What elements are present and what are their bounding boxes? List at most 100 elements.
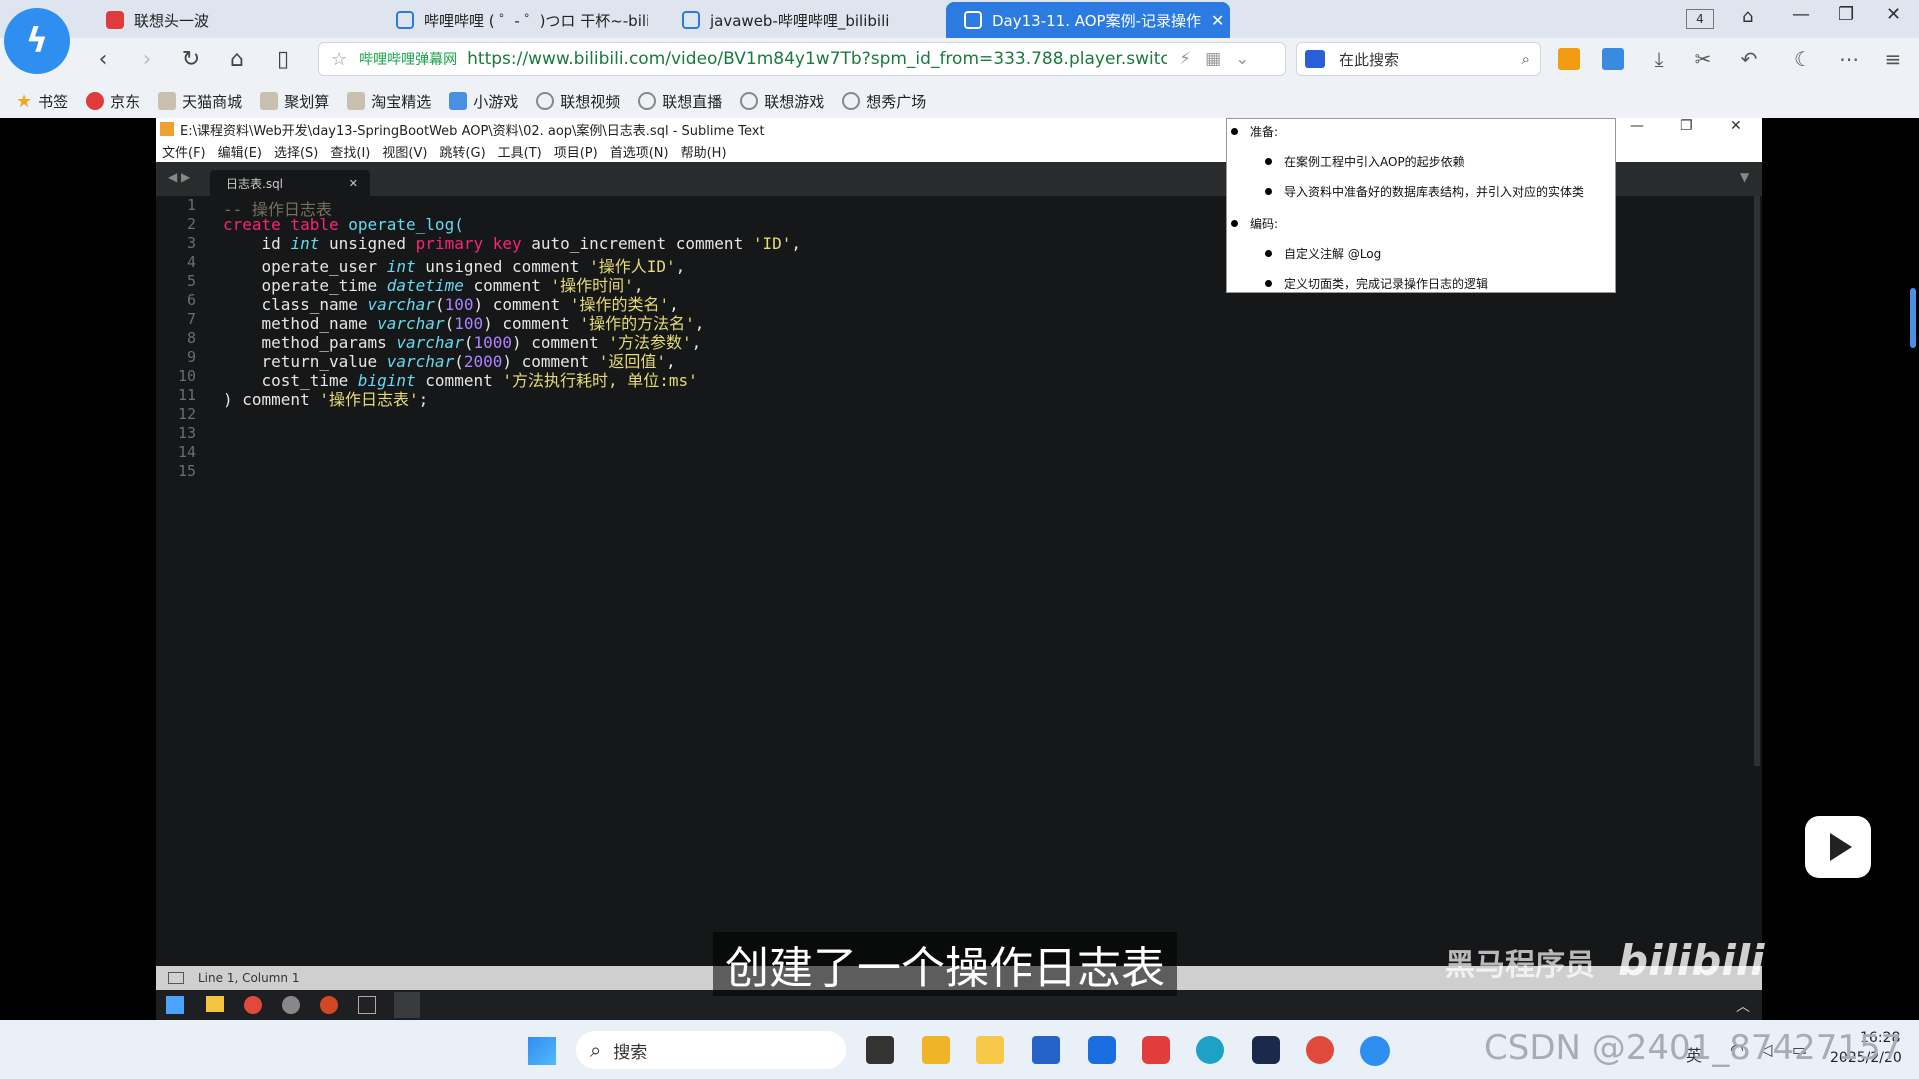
star-icon: ★ — [16, 90, 33, 112]
tab-dropdown-icon[interactable]: ▼ — [1740, 170, 1749, 184]
chrome-icon[interactable] — [1306, 1036, 1334, 1064]
refresh-icon[interactable]: ↻ — [176, 44, 206, 74]
forward-icon[interactable]: › — [132, 44, 162, 74]
home-icon[interactable]: ⌂ — [222, 44, 252, 74]
star-icon[interactable]: ☆ — [331, 49, 347, 70]
chevron-down-icon[interactable]: ⌄ — [1235, 49, 1249, 69]
back-icon[interactable]: ‹ — [88, 44, 118, 74]
tab-4-active[interactable]: Day13-11. AOP案例-记录操作 ✕ — [946, 2, 1230, 38]
bookmark-item[interactable]: ★ 书签 — [16, 91, 68, 112]
bookmark-item[interactable]: 联想游戏 — [740, 91, 824, 112]
sublime-close-icon[interactable]: ✕ — [1730, 118, 1742, 134]
wps-icon[interactable] — [1142, 1036, 1170, 1064]
bookmark-item[interactable]: 联想视频 — [536, 91, 620, 112]
tab-nav-arrows-icon[interactable]: ◀ ▶ — [168, 170, 190, 184]
restore-icon[interactable]: ❐ — [1838, 4, 1854, 25]
reader-icon[interactable]: ▯ — [268, 44, 298, 74]
tab-count-badge[interactable]: 4 — [1686, 9, 1714, 29]
sublime-taskbar-icon[interactable] — [394, 992, 420, 1018]
app-icon[interactable] — [282, 996, 300, 1014]
minimize-icon[interactable]: — — [1792, 4, 1810, 25]
moon-icon[interactable]: ☾ — [1790, 46, 1816, 72]
sublime-restore-icon[interactable]: ❐ — [1680, 118, 1693, 134]
chrome-icon[interactable] — [244, 996, 262, 1014]
close-window-icon[interactable]: ✕ — [1886, 4, 1901, 25]
url-text[interactable]: https://www.bilibili.com/video/BV1m84y1w… — [467, 49, 1167, 69]
lenovo-icon[interactable] — [1088, 1036, 1116, 1064]
more-icon[interactable]: ⋯ — [1836, 46, 1862, 72]
bookmark-label: 聚划算 — [284, 92, 330, 111]
lightning-icon[interactable]: ⚡ — [1179, 49, 1191, 69]
undo-icon[interactable]: ↶ — [1736, 46, 1762, 72]
panel-toggle-icon[interactable] — [168, 972, 184, 984]
menu-help[interactable]: 帮助(H) — [681, 142, 727, 161]
taskbar-search-label: 搜索 — [613, 1042, 648, 1063]
bookmark-item[interactable]: 淘宝精选 — [347, 91, 431, 112]
bookmark-item[interactable]: 京东 — [86, 91, 140, 112]
menu-file[interactable]: 文件(F) — [162, 142, 206, 161]
windows-start-icon[interactable] — [528, 1037, 556, 1065]
scissors-icon[interactable]: ✂ — [1690, 46, 1716, 72]
sublime-minimize-icon[interactable]: — — [1630, 118, 1644, 134]
menu-find[interactable]: 查找(I) — [330, 142, 370, 161]
powerpoint-icon[interactable] — [320, 996, 338, 1014]
line-number: 9 — [186, 348, 196, 366]
code-token: operate_log( — [348, 215, 464, 234]
search-input[interactable]: 在此搜索 — [1339, 49, 1522, 70]
browser-logo-icon[interactable]: ϟ — [4, 8, 70, 74]
search-icon[interactable]: ⌕ — [1522, 50, 1530, 68]
task-view-icon[interactable] — [866, 1036, 894, 1064]
bookmark-item[interactable]: 联想直播 — [638, 91, 722, 112]
app-icon[interactable] — [1252, 1036, 1280, 1064]
chevron-up-icon[interactable]: ︿ — [1736, 996, 1750, 1016]
menu-project[interactable]: 项目(P) — [554, 142, 598, 161]
menu-view[interactable]: 视图(V) — [382, 142, 427, 161]
file-explorer-icon[interactable] — [976, 1036, 1004, 1064]
shirt-icon[interactable]: ⌂ — [1742, 6, 1753, 27]
bookmark-item[interactable]: 聚划算 — [260, 91, 329, 112]
close-file-tab-icon[interactable]: ✕ — [349, 177, 358, 190]
play-icon[interactable] — [1805, 816, 1871, 878]
qr-icon[interactable]: ▦ — [1205, 49, 1221, 69]
tab-3[interactable]: javaweb-哔哩哔哩_bilibili — [664, 2, 934, 38]
menu-icon[interactable]: ≡ — [1880, 46, 1906, 72]
tab-2[interactable]: 哔哩哔哩 ( ゜- ゜)つロ 干杯~-bilib — [378, 2, 648, 38]
side-scroll-indicator[interactable] — [1910, 288, 1916, 348]
line-number: 12 — [177, 405, 196, 423]
menu-edit[interactable]: 编辑(E) — [218, 142, 262, 161]
bilibili-watermark: bilibili — [1618, 936, 1765, 985]
search-engine-icon[interactable] — [1305, 50, 1325, 68]
search-box[interactable]: 在此搜索 ⌕ — [1296, 42, 1541, 76]
menu-tools[interactable]: 工具(T) — [498, 142, 542, 161]
jd-icon — [86, 92, 105, 110]
tab-1[interactable]: 联想头一波 — [88, 2, 368, 38]
address-bar[interactable]: ☆ 哔哩哔哩弹幕网 https://www.bilibili.com/video… — [318, 42, 1286, 76]
menu-goto[interactable]: 跳转(G) — [439, 142, 485, 161]
download-icon[interactable]: ⤓ — [1646, 46, 1672, 72]
tmall-icon — [158, 92, 177, 110]
lenovo-browser-icon[interactable] — [1360, 1036, 1390, 1066]
taskbar-search[interactable]: ⌕ 搜索 — [576, 1031, 846, 1069]
windows-start-icon[interactable] — [166, 996, 184, 1014]
folder-icon[interactable] — [206, 996, 224, 1012]
code-line: id int unsigned primary key auto_increme… — [223, 234, 801, 253]
bookmark-item[interactable]: 想秀广场 — [842, 91, 926, 112]
close-tab-icon[interactable]: ✕ — [1211, 11, 1224, 30]
code-token: create table — [223, 215, 339, 234]
bilibili-tv-icon — [682, 11, 700, 29]
file-tab[interactable]: 日志表.sql ✕ — [210, 170, 370, 196]
intellij-icon[interactable] — [358, 996, 376, 1014]
store-icon[interactable] — [1032, 1036, 1060, 1064]
menu-selection[interactable]: 选择(S) — [274, 142, 318, 161]
extension-orange-icon[interactable] — [1558, 48, 1580, 70]
edge-icon[interactable] — [1196, 1036, 1224, 1064]
tab-label: 哔哩哔哩 ( ゜- ゜)つロ 干杯~-bilib — [424, 11, 648, 30]
menu-preferences[interactable]: 首选项(N) — [610, 142, 669, 161]
notes-text: 自定义注解 @Log — [1284, 247, 1382, 261]
vertical-scrollbar[interactable] — [1754, 196, 1760, 766]
extension-blue-icon[interactable] — [1602, 48, 1624, 70]
bookmark-item[interactable]: 天猫商城 — [158, 91, 242, 112]
taobao-icon — [347, 92, 366, 110]
bookmark-item[interactable]: 小游戏 — [449, 91, 518, 112]
app-icon[interactable] — [922, 1036, 950, 1064]
